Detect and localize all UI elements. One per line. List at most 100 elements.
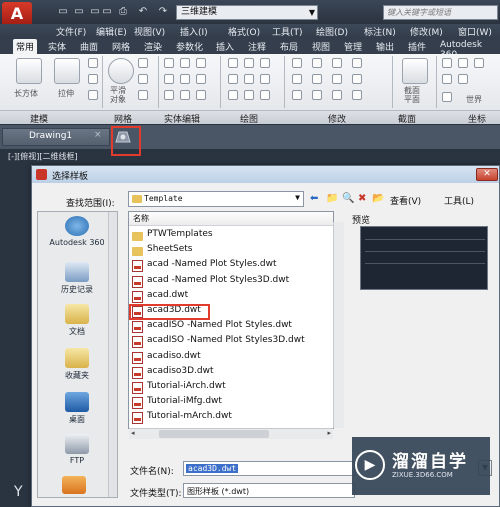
tool-icon[interactable] bbox=[180, 90, 190, 100]
panel-section[interactable]: 截面 bbox=[398, 112, 416, 125]
tool-icon[interactable] bbox=[292, 90, 302, 100]
menu-draw[interactable]: 绘图(D) bbox=[316, 25, 348, 38]
tools-menu[interactable]: 工具(L) bbox=[444, 194, 474, 207]
buzzsaw-icon[interactable] bbox=[62, 476, 86, 494]
panel-solid-editing[interactable]: 实体编辑 bbox=[164, 112, 200, 125]
tab-manage[interactable]: 管理 bbox=[344, 40, 362, 53]
tool-icon[interactable] bbox=[292, 58, 302, 68]
close-icon[interactable]: × bbox=[94, 130, 102, 140]
smooth-object-icon[interactable] bbox=[108, 58, 134, 84]
vertical-scrollbar[interactable] bbox=[333, 222, 344, 428]
menu-window[interactable]: 窗口(W) bbox=[458, 25, 492, 38]
place-desktop[interactable]: 桌面 bbox=[38, 392, 116, 425]
tab-solid[interactable]: 实体 bbox=[48, 40, 66, 53]
tool-icon[interactable] bbox=[244, 90, 254, 100]
box-tool-icon[interactable] bbox=[16, 58, 42, 84]
tool-icon[interactable] bbox=[228, 74, 238, 84]
tab-parametric[interactable]: 参数化 bbox=[176, 40, 203, 53]
delete-icon[interactable]: ✖ bbox=[358, 193, 366, 204]
menu-tools[interactable]: 工具(T) bbox=[272, 25, 303, 38]
new-folder-icon[interactable]: 📂 bbox=[372, 193, 384, 204]
tool-icon[interactable] bbox=[196, 90, 206, 100]
extrude-tool-icon[interactable] bbox=[54, 58, 80, 84]
folder-item[interactable]: PTWTemplates bbox=[132, 229, 213, 243]
folder-item[interactable]: SheetSets bbox=[132, 244, 193, 258]
tab-insert[interactable]: 插入 bbox=[216, 40, 234, 53]
menu-dimension[interactable]: 标注(N) bbox=[364, 25, 396, 38]
template-file-item[interactable]: acadiso.dwt bbox=[132, 351, 201, 365]
tool-icon[interactable] bbox=[474, 58, 484, 68]
help-search-input[interactable]: 键入关键字或短语 bbox=[383, 5, 498, 20]
tab-annotate[interactable]: 注释 bbox=[248, 40, 266, 53]
tool-icon[interactable] bbox=[180, 74, 190, 84]
template-file-item[interactable]: Tutorial-iArch.dwt bbox=[132, 381, 226, 395]
tool-icon[interactable] bbox=[352, 90, 362, 100]
tool-icon[interactable] bbox=[458, 58, 468, 68]
tool-icon[interactable] bbox=[442, 92, 452, 102]
menu-edit[interactable]: 编辑(E) bbox=[96, 25, 127, 38]
tool-icon[interactable] bbox=[260, 90, 270, 100]
tool-icon[interactable] bbox=[180, 58, 190, 68]
template-file-item[interactable]: acadISO -Named Plot Styles3D.dwt bbox=[132, 335, 305, 349]
tool-icon[interactable] bbox=[164, 58, 174, 68]
template-file-item[interactable]: acad -Named Plot Styles3D.dwt bbox=[132, 275, 289, 289]
tool-icon[interactable] bbox=[244, 58, 254, 68]
tab-home[interactable]: 常用 bbox=[13, 39, 38, 54]
tool-icon[interactable] bbox=[88, 58, 98, 68]
tool-icon[interactable] bbox=[442, 74, 452, 84]
place-favorites[interactable]: 收藏夹 bbox=[38, 348, 116, 381]
template-file-item[interactable]: Tutorial-iMfg.dwt bbox=[132, 396, 222, 410]
tab-view[interactable]: 视图 bbox=[312, 40, 330, 53]
section-plane-icon[interactable] bbox=[402, 58, 428, 84]
menu-view[interactable]: 视图(V) bbox=[134, 25, 165, 38]
menu-insert[interactable]: 插入(I) bbox=[180, 25, 208, 38]
back-icon[interactable]: ⬅ bbox=[310, 193, 318, 204]
tool-icon[interactable] bbox=[332, 90, 342, 100]
tool-icon[interactable] bbox=[196, 58, 206, 68]
tab-plugins[interactable]: 插件 bbox=[408, 40, 426, 53]
up-folder-icon[interactable]: 📁 bbox=[326, 193, 338, 204]
tool-icon[interactable] bbox=[138, 58, 148, 68]
tab-surface[interactable]: 曲面 bbox=[80, 40, 98, 53]
places-scrollbar[interactable] bbox=[108, 212, 117, 497]
tool-icon[interactable] bbox=[312, 74, 322, 84]
horizontal-scrollbar[interactable]: ◂ ▸ bbox=[129, 428, 333, 439]
scroll-left-icon[interactable]: ◂ bbox=[131, 429, 135, 437]
menu-file[interactable]: 文件(F) bbox=[56, 25, 86, 38]
scroll-right-icon[interactable]: ▸ bbox=[327, 429, 331, 437]
template-file-item[interactable]: acadISO -Named Plot Styles.dwt bbox=[132, 320, 292, 334]
open-file-icon[interactable]: ▭ bbox=[72, 6, 86, 18]
panel-coordinates[interactable]: 坐标 bbox=[468, 112, 486, 125]
tool-icon[interactable] bbox=[458, 74, 468, 84]
tool-icon[interactable] bbox=[164, 90, 174, 100]
views-menu[interactable]: 查看(V) bbox=[390, 194, 421, 207]
panel-modeling[interactable]: 建模 bbox=[30, 112, 48, 125]
tool-icon[interactable] bbox=[260, 58, 270, 68]
template-file-item[interactable]: Tutorial-mArch.dwt bbox=[132, 411, 232, 425]
tool-icon[interactable] bbox=[332, 58, 342, 68]
file-type-dropdown[interactable]: 图形样板 (*.dwt) bbox=[183, 483, 355, 498]
tool-icon[interactable] bbox=[352, 58, 362, 68]
template-file-item[interactable]: acad.dwt bbox=[132, 290, 188, 304]
tool-icon[interactable] bbox=[88, 90, 98, 100]
tab-mesh[interactable]: 网格 bbox=[112, 40, 130, 53]
file-name-input[interactable]: acad3D.dwt bbox=[183, 461, 355, 476]
save-as-icon[interactable]: ▭ bbox=[100, 6, 114, 18]
tool-icon[interactable] bbox=[164, 74, 174, 84]
plot-icon[interactable]: ⎙ bbox=[116, 6, 130, 18]
place-history[interactable]: 历史记录 bbox=[38, 262, 116, 295]
place-autodesk-360[interactable]: Autodesk 360 bbox=[38, 216, 116, 247]
tool-icon[interactable] bbox=[196, 74, 206, 84]
search-web-icon[interactable]: 🔍 bbox=[342, 193, 354, 204]
scroll-thumb[interactable] bbox=[159, 430, 269, 438]
workspace-dropdown[interactable]: 三维建模 ▼ bbox=[176, 5, 318, 20]
template-file-item[interactable]: acad -Named Plot Styles.dwt bbox=[132, 259, 277, 273]
look-in-dropdown[interactable]: Template ▼ bbox=[128, 191, 304, 207]
tab-render[interactable]: 渲染 bbox=[144, 40, 162, 53]
place-ftp[interactable]: FTP bbox=[38, 434, 116, 465]
tool-icon[interactable] bbox=[292, 74, 302, 84]
tab-layout[interactable]: 布局 bbox=[280, 40, 298, 53]
tool-icon[interactable] bbox=[138, 90, 148, 100]
undo-icon[interactable]: ↶ bbox=[136, 6, 150, 18]
menu-modify[interactable]: 修改(M) bbox=[410, 25, 443, 38]
